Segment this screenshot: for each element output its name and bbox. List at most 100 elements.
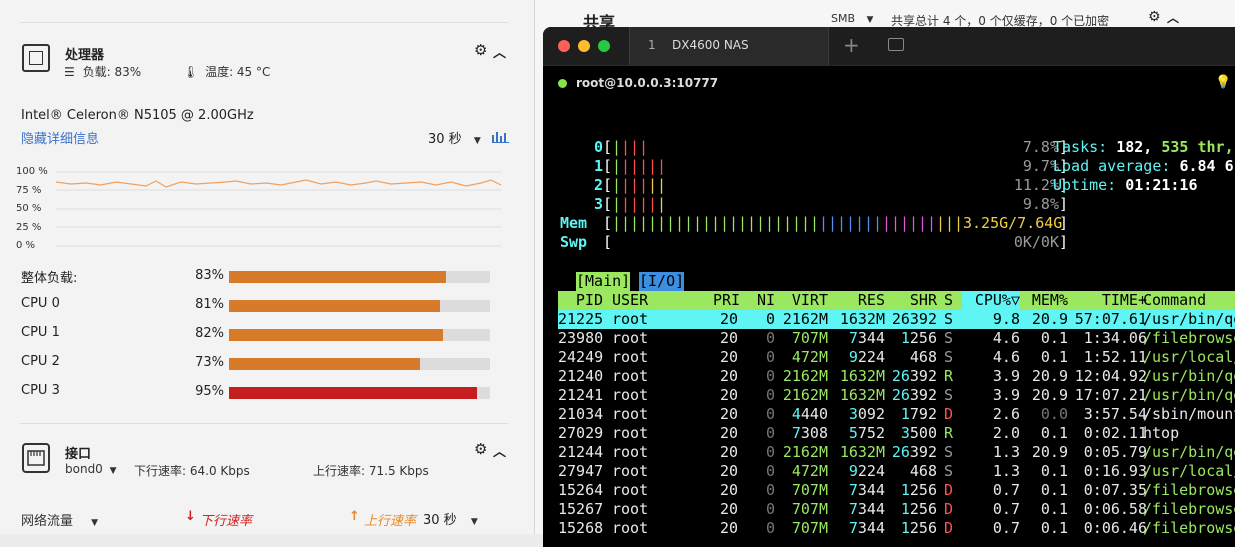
process-cell: 20: [719, 481, 738, 499]
temperature-indicator: 🌡 温度: 45 °C: [183, 63, 270, 80]
column-header[interactable]: USER: [612, 291, 692, 310]
terminal-window[interactable]: 1 DX4600 NAS + root@10.0.0.3:10777 💡 0[|…: [543, 27, 1235, 547]
settings-gear-icon[interactable]: ⚙: [1148, 9, 1161, 25]
process-cell: S: [944, 462, 954, 480]
meter-bar-segment: |: [756, 214, 766, 232]
process-cell: 15267: [558, 500, 604, 518]
axis-label-0: 0 %: [16, 240, 36, 251]
interval-select[interactable]: 30 秒 ▼: [428, 128, 481, 147]
process-cell: 21240: [558, 367, 604, 385]
cpu-row-label: CPU 3: [21, 383, 60, 398]
process-cell: 1256: [900, 519, 937, 537]
meter-value: 9.8%: [1022, 195, 1059, 213]
meter-bar-segment: |: [945, 214, 955, 232]
cpu-row-track: [229, 329, 490, 341]
column-header[interactable]: PRI: [713, 291, 740, 310]
process-row[interactable]: 27947 root 20 0 472M 9224 468 S 1.3 0.1 0:16.93/us…: [558, 462, 1235, 481]
process-cell: 0: [765, 329, 775, 347]
process-cell: 3.9: [992, 386, 1020, 404]
axis-label-25: 25 %: [16, 222, 42, 233]
tab-dx4600-nas[interactable]: 1 DX4600 NAS: [629, 27, 829, 65]
minimize-window-button[interactable]: [578, 40, 590, 52]
cpu-row-percent: 81%: [195, 297, 224, 312]
process-row[interactable]: 23980 root 20 0 707M 7344 1256 S 4.6 0.1 1:34.06/f…: [558, 329, 1235, 348]
uptime-line: Uptime: 01:21:16: [1053, 176, 1198, 195]
process-row[interactable]: 21241 root 20 0 2162M 1632M 26392 S 3.9 20.9 17:07…: [558, 386, 1235, 405]
maximize-window-button[interactable]: [598, 40, 610, 52]
process-row[interactable]: 15264 root 20 0 707M 7344 1256 D 0.7 0.1 0:07.35/f…: [558, 481, 1235, 500]
process-row[interactable]: 15267 root 20 0 707M 7344 1256 D 0.7 0.1 0:06.58/f…: [558, 500, 1235, 519]
process-row[interactable]: 21034 root 20 0 4440 3092 1792 D 2.6 0.0 3:57.54/s…: [558, 405, 1235, 424]
hide-details-link[interactable]: 隐藏详细信息: [21, 128, 99, 147]
meter-bar-segment: |: [837, 214, 847, 232]
settings-gear-icon[interactable]: ⚙: [474, 440, 487, 458]
process-cell: 472M: [791, 348, 828, 366]
process-cell: 20: [719, 519, 738, 537]
meter-bar-segment: |: [783, 214, 793, 232]
process-cell: 0:02.11: [1083, 424, 1147, 442]
meter-bar-segment: |: [810, 214, 820, 232]
process-cell: 0: [765, 500, 775, 518]
process-cell: S: [944, 386, 954, 404]
meter-bar-segment: |: [846, 214, 856, 232]
new-tab-plus-icon[interactable]: +: [843, 33, 860, 57]
bar-chart-icon[interactable]: [492, 128, 509, 147]
meter-bracket: [: [603, 176, 613, 194]
column-header[interactable]: MEM%: [1020, 291, 1068, 310]
htop-meter: 3[| | | | | | 9.8%]: [558, 195, 1235, 214]
close-window-button[interactable]: [558, 40, 570, 52]
process-cell: /filebrowse: [1143, 500, 1235, 518]
process-cell: /usr/bin/qe: [1143, 443, 1235, 461]
uptime-value: 01:21:16: [1125, 176, 1198, 194]
lightbulb-icon[interactable]: 💡: [1215, 75, 1231, 90]
process-cell: 3500: [900, 424, 937, 442]
cpu-row-label: CPU 0: [21, 296, 60, 311]
process-cell: root: [612, 329, 649, 347]
traffic-select[interactable]: 网络流量 ▼: [21, 510, 98, 529]
process-cell: 7344: [848, 500, 885, 518]
protocol-select[interactable]: SMB ▼: [831, 12, 873, 25]
column-header[interactable]: NI: [743, 291, 775, 310]
column-header[interactable]: PID: [558, 291, 603, 310]
adapter-select[interactable]: bond0 ▼: [65, 462, 117, 476]
htop-tab-main[interactable]: [Main]: [576, 272, 631, 291]
cpu-row-percent: 73%: [195, 355, 224, 370]
tab-overview-icon[interactable]: [888, 38, 904, 51]
process-cell: S: [944, 348, 954, 366]
process-row[interactable]: 24249 root 20 0 472M 9224 468 S 4.6 0.1 1:52.11/us…: [558, 348, 1235, 367]
column-header[interactable]: RES: [833, 291, 885, 310]
process-row[interactable]: 15268 root 20 0 707M 7344 1256 D 0.7 0.1 0:06.46/f…: [558, 519, 1235, 538]
meter-bar-segment: |: [882, 214, 892, 232]
collapse-chevron-up-icon[interactable]: ︿: [1167, 9, 1179, 26]
htop-tab-io[interactable]: [I/O]: [639, 272, 685, 291]
meter-bracket: [: [603, 138, 613, 156]
process-row[interactable]: 21225 root 20 0 2162M 1632M 26392 S 9.8 20.9 57:07…: [558, 310, 1235, 329]
process-cell: 9.8: [992, 310, 1020, 328]
collapse-chevron-up-icon[interactable]: ︿: [493, 441, 506, 460]
chevron-down-icon: ▼: [91, 518, 99, 528]
download-legend: ↓ 下行速率: [185, 505, 252, 529]
settings-gear-icon[interactable]: ⚙: [474, 41, 487, 59]
column-header[interactable]: Command: [1143, 291, 1235, 310]
process-row[interactable]: 21244 root 20 0 2162M 1632M 26392 S 1.3 20.9 0:05.…: [558, 443, 1235, 462]
axis-label-100: 100 %: [16, 166, 48, 177]
column-header[interactable]: SHR: [888, 291, 937, 310]
meter-bar-segment: |: [900, 214, 910, 232]
column-header[interactable]: TIME+: [1070, 291, 1147, 310]
column-header[interactable]: S: [944, 291, 956, 310]
process-cell: /usr/local/: [1143, 348, 1235, 366]
traffic-interval-select[interactable]: 30 秒 ▼: [423, 509, 478, 528]
meter-bar-segment: |: [648, 195, 658, 213]
process-cell: S: [944, 310, 954, 328]
meter-bar-segment: |: [612, 195, 622, 213]
column-header[interactable]: VIRT: [773, 291, 828, 310]
section-title-interface: 接口: [65, 447, 92, 462]
process-table-columns: PID USER PRI NI VIRT RES SHR S CPU%▽ MEM% TIME+ Com…: [558, 291, 1235, 310]
connection-status-icon: [558, 79, 567, 88]
meter-bar-segment: |: [774, 214, 784, 232]
arrow-up-icon: ↑: [349, 509, 360, 524]
column-header[interactable]: CPU%▽: [963, 291, 1020, 310]
process-row[interactable]: 27029 root 20 0 7308 5752 3500 R 2.0 0.1 0:02.11 ht…: [558, 424, 1235, 443]
process-row[interactable]: 21240 root 20 0 2162M 1632M 26392 R 3.9 20.9 12:04…: [558, 367, 1235, 386]
collapse-chevron-up-icon[interactable]: ︿: [493, 42, 506, 61]
